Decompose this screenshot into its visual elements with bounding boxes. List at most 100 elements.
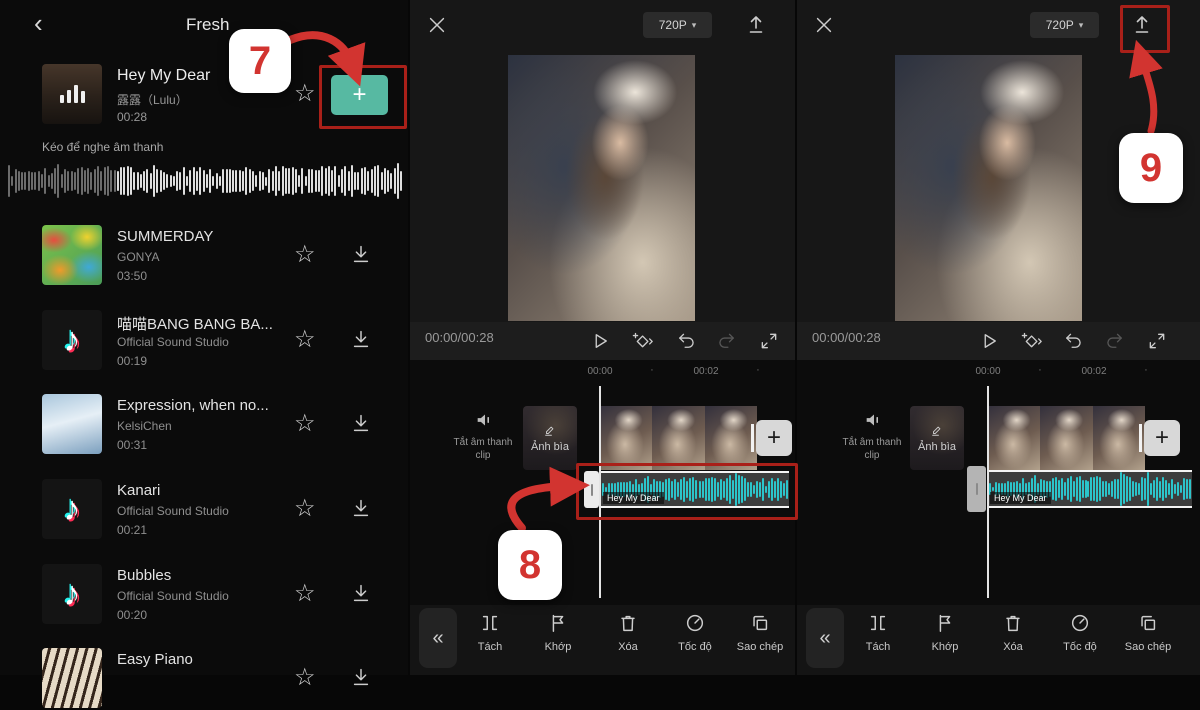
video-preview[interactable] bbox=[508, 55, 695, 321]
play-icon[interactable] bbox=[979, 331, 999, 351]
list-item[interactable]: Easy Piano ☆ bbox=[42, 648, 402, 710]
list-item[interactable]: ♪ Kanari Official Sound Studio 00:21 ☆ bbox=[42, 479, 402, 541]
resolution-button[interactable]: 720P ▾ bbox=[643, 12, 712, 38]
fullscreen-icon[interactable] bbox=[1147, 331, 1167, 351]
album-art: ♪ bbox=[42, 310, 102, 370]
song-title: Easy Piano bbox=[117, 651, 193, 668]
clip-end-handle[interactable] bbox=[751, 424, 754, 452]
resolution-button[interactable]: 720P ▾ bbox=[1030, 12, 1099, 38]
undo-icon[interactable] bbox=[676, 331, 696, 351]
copy-icon bbox=[1137, 612, 1159, 634]
keyframe-icon[interactable] bbox=[631, 331, 655, 351]
toolbar-copy-button[interactable]: Sao chép bbox=[729, 612, 791, 653]
clip-end-handle[interactable] bbox=[1139, 424, 1142, 452]
song-title: Hey My Dear bbox=[117, 67, 210, 85]
download-icon[interactable] bbox=[350, 582, 372, 604]
music-note-icon: ♪ bbox=[64, 323, 81, 357]
undo-icon[interactable] bbox=[1063, 331, 1083, 351]
ruler-tick: 00:00 bbox=[587, 366, 612, 377]
cover-label: Ảnh bìa bbox=[531, 441, 569, 453]
download-icon[interactable] bbox=[350, 243, 372, 265]
toolbar-copy-button[interactable]: Sao chép bbox=[1117, 612, 1179, 653]
editor-panel-right: 720P ▾ 00:00/00:28 00:00 · 00:02 · Tắt â… bbox=[797, 0, 1200, 675]
fullscreen-icon[interactable] bbox=[759, 331, 779, 351]
song-title: SUMMERDAY bbox=[117, 228, 213, 245]
mute-icon[interactable] bbox=[863, 409, 885, 431]
song-title: Kanari bbox=[117, 482, 160, 499]
audio-preview-waveform[interactable] bbox=[8, 163, 404, 199]
pencil-icon bbox=[929, 423, 945, 437]
album-art-hey-my-dear bbox=[42, 64, 102, 124]
ruler-tick: 00:02 bbox=[693, 366, 718, 377]
close-icon[interactable] bbox=[426, 14, 448, 36]
song-duration: 00:31 bbox=[117, 438, 147, 452]
clip-thumbnail bbox=[1093, 406, 1145, 470]
redo-icon[interactable] bbox=[1105, 331, 1125, 351]
favorite-star-icon[interactable]: ☆ bbox=[294, 666, 316, 690]
add-clip-button[interactable]: + bbox=[756, 420, 792, 456]
song-artist: Official Sound Studio bbox=[117, 335, 229, 349]
close-icon[interactable] bbox=[813, 14, 835, 36]
favorite-star-icon[interactable]: ☆ bbox=[294, 328, 316, 352]
favorite-star-icon[interactable]: ☆ bbox=[294, 243, 316, 267]
time-display: 00:00/00:28 bbox=[812, 330, 881, 345]
favorite-star-icon[interactable]: ☆ bbox=[294, 582, 316, 606]
song-artist: Official Sound Studio bbox=[117, 589, 229, 603]
collapse-toolbar-button[interactable]: « bbox=[806, 608, 844, 668]
album-art bbox=[42, 225, 102, 285]
toolbar-match-button[interactable]: Khớp bbox=[527, 612, 589, 653]
video-preview[interactable] bbox=[895, 55, 1082, 321]
download-icon[interactable] bbox=[350, 666, 372, 688]
editor-panel-middle: 720P ▾ 00:00/00:28 00:00 · 00:02 · Tắt â… bbox=[410, 0, 795, 675]
list-item[interactable]: SUMMERDAY GONYA 03:50 ☆ bbox=[42, 225, 402, 287]
toolbar-speed-button[interactable]: Tốc độ bbox=[1049, 612, 1111, 653]
pencil-icon bbox=[542, 423, 558, 437]
favorite-star-icon[interactable]: ☆ bbox=[294, 82, 316, 106]
download-icon[interactable] bbox=[350, 497, 372, 519]
toolbar-split-button[interactable]: Tách bbox=[459, 612, 521, 653]
download-icon[interactable] bbox=[350, 412, 372, 434]
speed-icon bbox=[684, 612, 706, 634]
chevron-down-icon: ▾ bbox=[1079, 20, 1084, 31]
download-icon[interactable] bbox=[350, 328, 372, 350]
song-duration: 00:28 bbox=[117, 110, 147, 124]
playhead[interactable] bbox=[987, 386, 989, 598]
highlight-box-audio-track bbox=[576, 463, 798, 520]
music-note-icon: ♪ bbox=[64, 577, 81, 611]
cover-button[interactable]: Ảnh bìa bbox=[910, 406, 964, 470]
clip-thumbnail bbox=[1040, 406, 1092, 470]
back-icon[interactable]: ‹ bbox=[34, 10, 43, 36]
collapse-toolbar-button[interactable]: « bbox=[419, 608, 457, 668]
song-title: Expression, when no... bbox=[117, 397, 269, 414]
audio-trim-handle[interactable] bbox=[967, 466, 986, 512]
toolbar-match-button[interactable]: Khớp bbox=[914, 612, 976, 653]
favorite-star-icon[interactable]: ☆ bbox=[294, 412, 316, 436]
redo-icon[interactable] bbox=[717, 331, 737, 351]
time-display: 00:00/00:28 bbox=[425, 330, 494, 345]
toolbar-split-button[interactable]: Tách bbox=[847, 612, 909, 653]
ruler-dot: · bbox=[756, 364, 760, 376]
flag-icon bbox=[547, 612, 569, 634]
keyframe-icon[interactable] bbox=[1020, 331, 1044, 351]
toolbar-delete-button[interactable]: Xóa bbox=[982, 612, 1044, 653]
toolbar-delete-button[interactable]: Xóa bbox=[597, 612, 659, 653]
ruler-dot: · bbox=[1038, 364, 1042, 376]
add-clip-button[interactable]: + bbox=[1144, 420, 1180, 456]
toolbar-speed-button[interactable]: Tốc độ bbox=[664, 612, 726, 653]
video-track[interactable] bbox=[600, 406, 757, 470]
favorite-star-icon[interactable]: ☆ bbox=[294, 497, 316, 521]
ruler-tick: 00:00 bbox=[975, 366, 1000, 377]
list-item[interactable]: ♪ Bubbles Official Sound Studio 00:20 ☆ bbox=[42, 564, 402, 626]
music-note-icon: ♪ bbox=[64, 492, 81, 526]
clip-thumbnail bbox=[652, 406, 704, 470]
cover-button[interactable]: Ảnh bìa bbox=[523, 406, 577, 470]
song-duration: 00:20 bbox=[117, 608, 147, 622]
mute-icon[interactable] bbox=[474, 409, 496, 431]
export-icon[interactable] bbox=[744, 13, 768, 37]
play-icon[interactable] bbox=[590, 331, 610, 351]
audio-track[interactable]: Hey My Dear bbox=[988, 470, 1192, 508]
list-item[interactable]: ♪ 喵喵BANG BANG BA... Official Sound Studi… bbox=[42, 310, 402, 372]
album-art bbox=[42, 394, 102, 454]
video-track[interactable] bbox=[988, 406, 1145, 470]
list-item[interactable]: Expression, when no... KelsiChen 00:31 ☆ bbox=[42, 394, 402, 456]
